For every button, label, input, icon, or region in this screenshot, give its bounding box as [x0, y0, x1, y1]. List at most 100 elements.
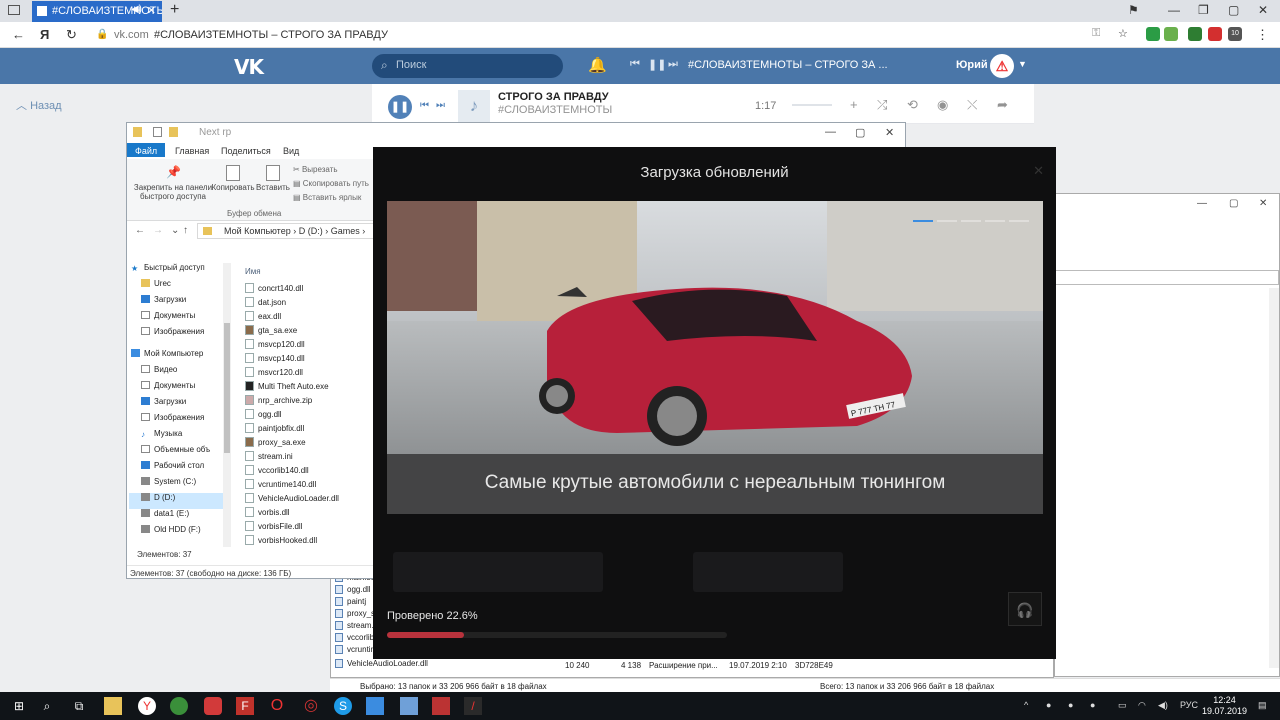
- nav-item[interactable]: Urec: [141, 279, 171, 295]
- search-input[interactable]: ⌕ Поиск: [372, 54, 563, 78]
- tab-view[interactable]: Вид: [277, 143, 305, 159]
- file-row[interactable]: Multi Theft Auto.exe: [245, 381, 329, 395]
- opera-gx-icon[interactable]: ◎: [302, 697, 320, 715]
- bg-scrollbar[interactable]: [1269, 288, 1279, 668]
- copy-button[interactable]: Копировать: [211, 165, 255, 192]
- back-arrow-icon[interactable]: ←: [12, 27, 25, 42]
- bg-combo[interactable]: [1055, 270, 1279, 285]
- game-icon[interactable]: [432, 697, 450, 715]
- nav-item[interactable]: data1 (E:): [141, 509, 189, 525]
- tab-share[interactable]: Поделиться: [215, 143, 277, 159]
- list-item[interactable]: ogg.dll: [335, 585, 371, 597]
- copy-path-button[interactable]: ▤ Скопировать путь: [293, 179, 369, 188]
- close-icon[interactable]: ✕: [885, 126, 894, 139]
- track-artist[interactable]: #СЛОВАИЗТЕМНОТЫ: [498, 104, 612, 116]
- file-row[interactable]: gta_sa.exe: [245, 325, 297, 339]
- minimize-icon[interactable]: —: [825, 126, 836, 138]
- add-icon[interactable]: +: [850, 97, 858, 112]
- shuffle-icon[interactable]: ⤮: [877, 97, 887, 113]
- headset-icon[interactable]: 🎧: [1008, 592, 1042, 626]
- back-link[interactable]: ︿ Назад: [16, 97, 62, 113]
- notifications-icon[interactable]: ▤: [1258, 700, 1267, 711]
- download-icon[interactable]: [1164, 27, 1178, 41]
- yandex-icon[interactable]: Я: [40, 27, 49, 42]
- file-row[interactable]: ogg.dll: [245, 409, 282, 423]
- nav-item[interactable]: Рабочий стол: [141, 461, 204, 477]
- chevron-down-icon[interactable]: ▼: [1018, 59, 1027, 69]
- maximize-icon[interactable]: ▢: [1228, 3, 1239, 17]
- file-row[interactable]: msvcr120.dll: [245, 367, 303, 381]
- list-item[interactable]: vcruntin: [335, 645, 375, 657]
- next-icon[interactable]: ⏭: [436, 100, 445, 111]
- nav-item[interactable]: Old HDD (F:): [141, 525, 201, 541]
- skype-icon[interactable]: S: [334, 697, 352, 715]
- new-folder-icon[interactable]: [169, 127, 178, 137]
- nav-item[interactable]: Видео: [141, 365, 177, 381]
- vk-logo[interactable]: VK: [234, 55, 264, 79]
- bg-maximize-icon[interactable]: ▢: [1229, 198, 1238, 209]
- up-arrow-icon[interactable]: ↑: [183, 225, 188, 236]
- nav-item[interactable]: Мой Компьютер: [131, 349, 203, 365]
- file-row[interactable]: proxy_sa.exe: [245, 437, 306, 451]
- browser-tab-active[interactable]: #СЛОВАИЗТЕМНОТЫ ◀) ✕: [32, 1, 162, 22]
- chevron-down-icon[interactable]: ⌄: [171, 225, 179, 236]
- share-icon[interactable]: ➦: [997, 97, 1008, 113]
- paste-button[interactable]: Вставить: [255, 165, 291, 192]
- tray-app-icon[interactable]: ●: [1068, 700, 1073, 710]
- list-item[interactable]: stream.: [335, 621, 374, 633]
- bell-icon[interactable]: 🔔: [588, 56, 607, 74]
- tray-app-icon[interactable]: ●: [1046, 700, 1051, 710]
- file-row[interactable]: msvcp140.dll: [245, 353, 305, 367]
- file-row[interactable]: vorbisFile.dll: [245, 521, 302, 535]
- list-item[interactable]: paintj: [335, 597, 366, 609]
- nav-scrollbar[interactable]: [223, 263, 231, 547]
- pause-button[interactable]: ❚❚: [388, 95, 412, 119]
- file-row[interactable]: concrt140.dll: [245, 283, 303, 297]
- new-tab-button[interactable]: +: [170, 1, 179, 19]
- volume-icon[interactable]: ◀): [1158, 700, 1168, 711]
- tray-app-icon[interactable]: ●: [1090, 700, 1095, 710]
- star-icon[interactable]: ☆: [1118, 27, 1128, 40]
- list-item[interactable]: vccorlib: [335, 633, 374, 645]
- file-row[interactable]: dat.json: [245, 297, 286, 311]
- reload-icon[interactable]: ↻: [66, 27, 77, 43]
- maximize-icon[interactable]: ▢: [855, 126, 865, 139]
- nav-item[interactable]: Изображения: [141, 413, 204, 429]
- file-row[interactable]: stream.ini: [245, 451, 293, 465]
- file-row[interactable]: vorbisHooked.dll: [245, 535, 317, 549]
- list-item[interactable]: proxy_s: [335, 609, 375, 621]
- wifi-icon[interactable]: ◠: [1138, 700, 1146, 711]
- nav-item[interactable]: ★ Быстрый доступ: [131, 263, 205, 279]
- avatar[interactable]: ⚠: [990, 54, 1014, 78]
- extension-2-icon[interactable]: [1188, 27, 1202, 41]
- track-title[interactable]: СТРОГО ЗА ПРАВДУ: [498, 91, 609, 103]
- restore-icon[interactable]: ❐: [1198, 3, 1209, 17]
- repeat-icon[interactable]: ⟲: [907, 97, 918, 113]
- broadcast-icon[interactable]: ◉: [937, 97, 948, 113]
- slide-indicator[interactable]: [909, 211, 1029, 225]
- filezilla-icon[interactable]: F: [236, 697, 254, 715]
- search-icon[interactable]: ⌕: [38, 697, 56, 715]
- nav-item-selected[interactable]: D (D:): [129, 493, 225, 509]
- launcher-task-icon[interactable]: /: [464, 697, 482, 715]
- nav-item[interactable]: Изображения: [141, 327, 204, 343]
- column-header-name[interactable]: Имя: [245, 267, 261, 276]
- key-icon[interactable]: ⚿: [1092, 27, 1100, 40]
- file-row[interactable]: nrp_archive.zip: [245, 395, 312, 409]
- menu-icon[interactable]: ⋮: [1256, 27, 1269, 43]
- sidebar-toggle-icon[interactable]: [8, 5, 20, 15]
- extension-badge-icon[interactable]: 10: [1228, 27, 1242, 41]
- prev-track-icon[interactable]: ⏮: [630, 58, 640, 71]
- forward-arrow-icon[interactable]: →: [153, 225, 163, 236]
- pause-icon[interactable]: ❚❚: [648, 58, 666, 71]
- properties-icon[interactable]: [153, 127, 162, 137]
- opera-icon[interactable]: O: [268, 697, 286, 715]
- list-item[interactable]: VehicleAudioLoader.dll: [335, 659, 428, 671]
- pin-button[interactable]: 📌 Закрепить на панели быстрого доступа: [131, 165, 215, 201]
- prev-icon[interactable]: ⏮: [420, 100, 429, 111]
- bg-minimize-icon[interactable]: —: [1197, 198, 1207, 209]
- recommend-icon[interactable]: ⤬: [967, 97, 977, 113]
- explorer-icon[interactable]: [104, 697, 122, 715]
- volume-slider[interactable]: [792, 104, 832, 106]
- tray-chevron-icon[interactable]: ^: [1024, 700, 1028, 710]
